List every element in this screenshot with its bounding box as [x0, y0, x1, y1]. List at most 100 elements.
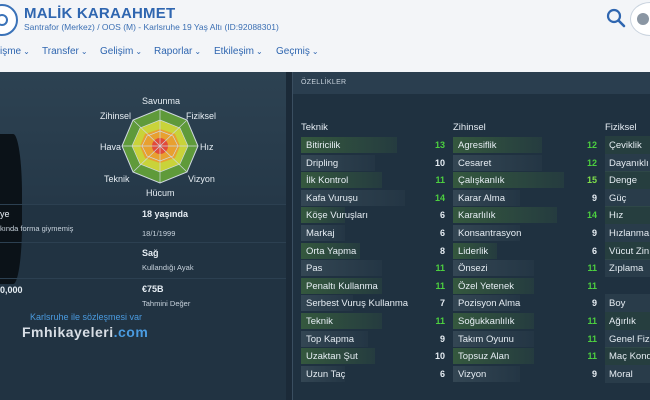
attribute-row[interactable]: Serbest Vuruş Kullanma 7 — [301, 294, 449, 312]
attribute-row[interactable]: Konsantrasyon 9 — [453, 224, 601, 242]
attribute-value: 12 — [586, 157, 597, 168]
attribute-row[interactable]: Vizyon 9 — [453, 365, 601, 383]
attribute-row[interactable]: Liderlik 6 — [453, 242, 601, 260]
player-position-club[interactable]: Santrafor (Merkez) / OOS (M) - Karlsruhe… — [24, 22, 279, 32]
attribute-row[interactable]: Markaj 6 — [301, 224, 449, 242]
attribute-row[interactable]: Orta Yapma 8 — [301, 242, 449, 260]
attribute-row[interactable]: Uzaktan Şut 10 — [301, 347, 449, 365]
attribute-row[interactable]: Çalışkanlık 15 — [453, 171, 601, 189]
attribute-value: 15 — [586, 175, 597, 186]
attribute-name: Çeviklik — [609, 140, 642, 151]
attribute-value: 7 — [439, 298, 445, 309]
nav-label: Raporlar — [154, 46, 193, 57]
attribute-name: Maç Kond — [609, 351, 650, 363]
attribute-name: Özel Yetenek — [458, 280, 514, 292]
attribute-name: Pozisyon Alma — [458, 298, 521, 310]
profile-nav-bar: işme ⌄ Transfer ⌄ Gelişim ⌄ Raporlar ⌄ Etkil… — [0, 44, 650, 62]
attribute-name: Ağırlık — [609, 316, 636, 327]
attribute-name: Karar Alma — [458, 192, 505, 204]
radar-label-hava: Hava — [100, 142, 122, 152]
nav-item-transfer[interactable]: Transfer ⌄ — [42, 46, 88, 57]
attribute-row[interactable]: Hızlanma — [605, 224, 650, 242]
column-title-teknik: Teknik — [301, 122, 328, 133]
attribute-row[interactable]: Vücut Zin — [605, 241, 650, 260]
radar-label-savunma: Savunma — [142, 96, 181, 106]
attribute-row[interactable]: Hız — [605, 206, 650, 225]
attribute-row[interactable]: Özel Yetenek 11 — [453, 277, 601, 295]
attribute-row[interactable]: Dripling 10 — [301, 154, 449, 172]
attribute-row[interactable]: Cesaret 12 — [453, 154, 601, 172]
attribute-value: 9 — [439, 333, 445, 344]
nav-item-gecmis[interactable]: Geçmiş ⌄ — [276, 46, 319, 57]
attributes-header-label: ÖZELLİKLER — [301, 79, 347, 86]
attribute-row[interactable]: Boy — [605, 294, 650, 313]
info-row: Sağ Kullandığı Ayak — [0, 242, 286, 278]
watermark-text: Fmhikayeleri — [22, 324, 114, 340]
player-overview-panel: Savunma Zihinsel Fiziksel Hava Hız Tekni… — [0, 72, 286, 400]
attribute-name: Soğukkanlılık — [458, 316, 515, 327]
attribute-row[interactable]: Çeviklik — [605, 136, 650, 154]
radar-label-zihinsel: Zihinsel — [100, 111, 132, 121]
attribute-row[interactable]: Pozisyon Alma 9 — [453, 294, 601, 312]
attribute-name: Topsuz Alan — [458, 351, 510, 363]
column-title-fiziksel: Fiziksel — [605, 122, 637, 133]
watermark-domain: .com — [113, 324, 149, 340]
attribute-name: Boy — [609, 298, 626, 310]
avatar[interactable] — [630, 2, 650, 36]
attribute-name: Vizyon — [458, 368, 487, 380]
nav-item-raporlar[interactable]: Raporlar ⌄ — [154, 46, 201, 57]
attribute-row[interactable]: Kararlılık 14 — [453, 206, 601, 224]
nav-item-gelisme[interactable]: işme ⌄ — [0, 46, 30, 57]
attribute-row[interactable]: Agresiflik 12 — [453, 136, 601, 154]
attribute-name: İlk Kontrol — [306, 175, 349, 187]
attribute-row[interactable]: Bitiricilik 13 — [301, 136, 449, 154]
attribute-name: Bitiricilik — [306, 140, 341, 151]
attribute-name: Hız — [609, 210, 624, 222]
attribute-row[interactable]: Topsuz Alan 11 — [453, 347, 601, 365]
attribute-row[interactable]: Soğukkanlılık 11 — [453, 312, 601, 330]
preferred-foot: Sağ — [142, 248, 159, 258]
attribute-row[interactable]: İlk Kontrol 11 — [301, 171, 449, 189]
radar-label-fiziksel: Fiziksel — [186, 111, 217, 121]
attribute-value: 9 — [591, 228, 597, 238]
attribute-value: 6 — [591, 245, 597, 256]
attribute-row[interactable]: Güç — [605, 188, 650, 207]
nav-label: Transfer — [42, 46, 79, 57]
attribute-row[interactable]: Uzun Taç 6 — [301, 365, 449, 383]
attribute-row[interactable]: Maç Kond — [605, 347, 650, 366]
attribute-row[interactable]: Genel Fiz — [605, 329, 650, 348]
attribute-row[interactable]: Köşe Vuruşları 6 — [301, 206, 449, 224]
attribute-name: Markaj — [306, 228, 335, 239]
contract-link[interactable]: Karlsruhe ile sözleşmesi var — [30, 312, 142, 322]
chevron-down-icon: ⌄ — [256, 47, 263, 56]
attribute-row[interactable]: Penaltı Kullanma 11 — [301, 277, 449, 295]
attribute-name: Dripling — [306, 157, 339, 169]
attribute-row[interactable]: Karar Alma 9 — [453, 189, 601, 207]
attribute-row[interactable]: Moral — [605, 364, 650, 383]
attribute-row[interactable]: Pas 11 — [301, 259, 449, 277]
watermark: Fmhikayeleri.com — [22, 324, 148, 340]
attribute-row[interactable]: Dayanıklı — [605, 153, 650, 172]
attribute-value: 11 — [587, 263, 597, 274]
attribute-row[interactable]: Denge — [605, 171, 650, 190]
nav-item-etkilesim[interactable]: Etkileşim ⌄ — [214, 46, 263, 57]
attribute-row[interactable]: Ağırlık — [605, 312, 650, 330]
nav-item-gelisim[interactable]: Gelişim ⌄ — [100, 46, 142, 57]
attribute-row[interactable]: Teknik 11 — [301, 312, 449, 330]
attribute-row[interactable]: Top Kapma 9 — [301, 330, 449, 348]
attribute-row[interactable]: Zıplama — [605, 259, 650, 278]
attribute-name: Önsezi — [458, 263, 488, 275]
attribute-row[interactable]: Takım Oyunu 11 — [453, 330, 601, 348]
attribute-name: Dayanıklı — [609, 157, 649, 169]
attribute-value: 9 — [591, 368, 597, 379]
player-age: 18 yaşında — [142, 209, 189, 219]
attribute-name: Moral — [609, 368, 633, 380]
search-icon[interactable] — [605, 7, 627, 29]
attribute-name: Orta Yapma — [306, 245, 357, 257]
nav-label: Gelişim — [100, 46, 134, 57]
attribute-row[interactable]: Önsezi 11 — [453, 259, 601, 277]
attribute-row[interactable]: Kafa Vuruşu 14 — [301, 189, 449, 207]
attribute-name: Pas — [306, 263, 323, 275]
chevron-down-icon: ⌄ — [23, 47, 30, 56]
player-name: MALİK KARAAHMET — [24, 5, 176, 22]
